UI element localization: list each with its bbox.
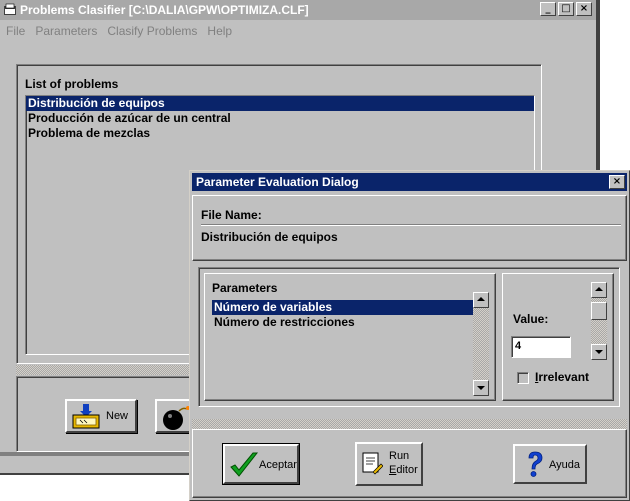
app-icon xyxy=(4,3,16,15)
editor-icon xyxy=(362,452,383,475)
scroll-down-button[interactable] xyxy=(473,380,489,396)
close-button[interactable]: × xyxy=(576,2,592,16)
value-label: Value: xyxy=(513,312,549,326)
parameter-list-scrollbar[interactable] xyxy=(473,292,489,396)
editor-label: Editor xyxy=(389,464,418,476)
new-folder-icon xyxy=(72,404,100,429)
parameters-group: Parameters Número de variables Número de… xyxy=(204,273,496,401)
parameter-list[interactable]: Número de variables Número de restriccio… xyxy=(212,300,474,396)
background-window-edge xyxy=(598,0,614,170)
irrelevant-label[interactable]: Irrelevant xyxy=(535,370,589,384)
main-title-text: Problems Clasifier [C:\DALIA\GPW\OPTIMIZ… xyxy=(20,3,309,17)
spinner-thumb[interactable] xyxy=(591,302,607,320)
arrow-up-icon xyxy=(477,297,485,301)
run-editor-button[interactable]: Run Editor xyxy=(355,442,423,486)
divider xyxy=(192,419,627,429)
ayuda-button[interactable]: Ayuda xyxy=(513,444,587,484)
file-name-value: Distribución de equipos xyxy=(201,230,338,244)
menu-file[interactable]: File xyxy=(2,24,31,38)
dialog-close-button[interactable]: × xyxy=(609,175,625,189)
maximize-button[interactable]: □ xyxy=(558,2,574,16)
file-name-label: File Name: xyxy=(201,208,262,222)
spin-down-button[interactable] xyxy=(591,344,607,360)
aceptar-button[interactable]: Aceptar xyxy=(222,443,300,485)
list-item[interactable]: Distribución de equipos xyxy=(26,96,534,111)
dialog-title-bar[interactable]: Parameter Evaluation Dialog × xyxy=(192,173,627,191)
new-button-label: New xyxy=(106,410,129,422)
parameters-frame: Parameters Número de variables Número de… xyxy=(198,267,620,407)
new-button[interactable]: New xyxy=(65,399,137,433)
ayuda-label: Ayuda xyxy=(549,459,580,471)
aceptar-label: Aceptar xyxy=(259,459,297,471)
value-group: Value: 4 Irrelevant xyxy=(502,273,614,401)
irrelevant-label-rest: rrelevant xyxy=(538,370,590,384)
list-item[interactable]: Número de restricciones xyxy=(212,315,474,330)
value-input[interactable]: 4 xyxy=(511,336,571,358)
divider xyxy=(201,224,621,226)
editor-label-rest: ditor xyxy=(396,464,418,476)
file-name-panel: File Name: Distribución de equipos xyxy=(192,195,627,261)
bomb-icon xyxy=(163,406,190,430)
main-title-bar[interactable]: Problems Clasifier [C:\DALIA\GPW\OPTIMIZ… xyxy=(0,0,596,20)
menu-clasify-problems[interactable]: Clasify Problems xyxy=(103,24,203,38)
checkmark-icon xyxy=(230,452,259,477)
parameter-evaluation-dialog: Parameter Evaluation Dialog × File Name:… xyxy=(189,170,630,501)
arrow-down-icon xyxy=(595,350,603,354)
scroll-up-button[interactable] xyxy=(473,292,489,308)
list-item[interactable]: Producción de azúcar de un central xyxy=(26,111,534,126)
menu-help[interactable]: Help xyxy=(203,24,238,38)
list-item[interactable]: Número de variables xyxy=(212,300,474,315)
run-label: Run xyxy=(389,450,410,462)
value-spinner[interactable] xyxy=(591,282,607,360)
menu-bar: File Parameters Clasify Problems Help xyxy=(0,20,596,42)
menu-parameters[interactable]: Parameters xyxy=(31,24,103,38)
help-question-icon xyxy=(528,451,543,477)
parameters-label: Parameters xyxy=(212,281,278,295)
list-item[interactable]: Problema de mezclas xyxy=(26,126,534,141)
problem-list-label: List of problems xyxy=(25,77,119,91)
arrow-down-icon xyxy=(477,386,485,390)
dialog-button-bar: Aceptar Run Editor Ayuda xyxy=(192,429,627,498)
dialog-title-text: Parameter Evaluation Dialog xyxy=(196,175,359,189)
irrelevant-checkbox[interactable] xyxy=(517,372,529,384)
spin-up-button[interactable] xyxy=(591,282,607,298)
minimize-button[interactable]: _ xyxy=(540,2,556,16)
arrow-up-icon xyxy=(595,287,603,291)
